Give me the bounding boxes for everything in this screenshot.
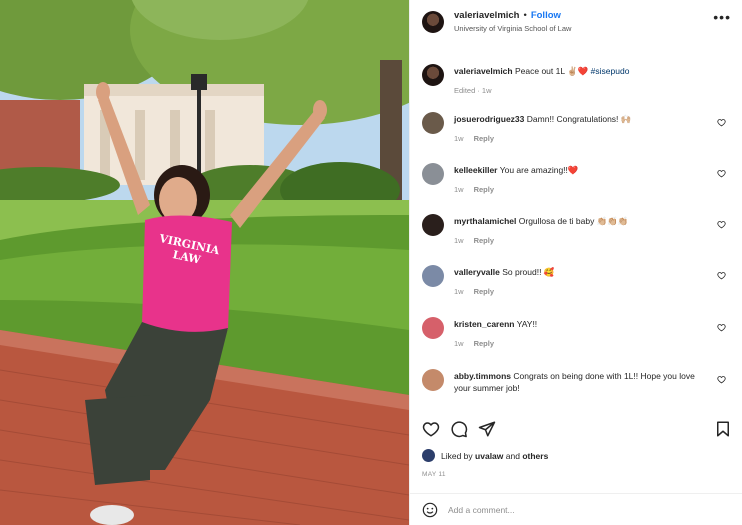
likes-user[interactable]: uvalaw [475, 451, 503, 461]
heart-outline-icon[interactable] [717, 169, 726, 178]
comment-item: myrthalamichel Orgullosa de ti baby 👏🏼👏🏼… [422, 214, 732, 245]
comment-username[interactable]: myrthalamichel [454, 216, 516, 226]
add-comment-input[interactable]: Add a comment... [448, 505, 515, 515]
sneakers [90, 505, 134, 525]
comment-avatar[interactable] [422, 369, 444, 391]
reply-button[interactable]: Reply [474, 287, 494, 296]
like-heart-icon[interactable] [422, 420, 440, 438]
comment-item: abby.timmons Congrats on being done with… [422, 369, 732, 394]
comment-text: Damn!! Congratulations! 🙌🏼 [526, 114, 632, 124]
comment-avatar[interactable] [422, 317, 444, 339]
add-comment-bar: Add a comment... [410, 493, 742, 525]
comment-text: So proud!! 🥰 [502, 267, 555, 277]
emoji-icon[interactable] [422, 502, 438, 518]
reply-button[interactable]: Reply [474, 185, 494, 194]
likes-and: and [505, 450, 520, 461]
comment-bubble-icon[interactable] [450, 420, 468, 438]
comment-time: 1w [454, 185, 464, 194]
post-actions [422, 418, 732, 440]
header-names: valeriavelmich • Follow University of Vi… [454, 10, 571, 33]
likes-summary: Liked by uvalaw and others [422, 449, 548, 462]
comment-username[interactable]: valleryvalle [454, 267, 500, 277]
location-link[interactable]: University of Virginia School of Law [454, 24, 571, 33]
comment-text: Orgullosa de ti baby 👏🏼👏🏼👏🏼 [518, 216, 629, 226]
caption-body: Peace out 1L ✌🏼❤️ [514, 66, 589, 76]
more-options-icon[interactable]: ••• [713, 10, 731, 24]
heart-outline-icon[interactable] [717, 118, 726, 127]
comment-item: kelleekiller You are amazing!!❤️ 1w Reply [422, 163, 732, 194]
separator-dot: • [523, 10, 527, 21]
header-username[interactable]: valeriavelmich [454, 10, 520, 21]
heart-outline-icon[interactable] [717, 323, 726, 332]
comment-username[interactable]: josuerodriguez33 [454, 114, 524, 124]
reply-button[interactable]: Reply [474, 339, 494, 348]
comment-item: kristen_carenn YAY!! 1w Reply [422, 317, 732, 348]
comment-username[interactable]: abby.timmons [454, 371, 511, 381]
comment-time: 1w [454, 339, 464, 348]
likes-prefix: Liked by [441, 450, 473, 461]
heart-outline-icon[interactable] [717, 375, 726, 384]
bookmark-icon[interactable] [714, 420, 732, 438]
share-send-icon[interactable] [478, 420, 496, 438]
comment-item: josuerodriguez33 Damn!! Congratulations!… [422, 112, 732, 143]
follow-button[interactable]: Follow [531, 10, 561, 21]
caption-avatar[interactable] [422, 64, 444, 86]
post-photo[interactable]: VIRGINIA LAW [0, 0, 409, 525]
comment-avatar[interactable] [422, 112, 444, 134]
reply-button[interactable]: Reply [474, 236, 494, 245]
comment-avatar[interactable] [422, 265, 444, 287]
comment-time: 1w [454, 287, 464, 296]
comment-text: You are amazing!!❤️ [499, 165, 579, 175]
caption-meta: Edited · 1w [454, 86, 492, 95]
comment-time: 1w [454, 236, 464, 245]
author-avatar[interactable] [422, 11, 444, 33]
likes-others[interactable]: others [522, 451, 548, 461]
reply-button[interactable]: Reply [474, 134, 494, 143]
comment-item: valleryvalle So proud!! 🥰 1w Reply [422, 265, 732, 296]
comment-username[interactable]: kelleekiller [454, 165, 497, 175]
heart-outline-icon[interactable] [717, 271, 726, 280]
header-username-row: valeriavelmich • Follow [454, 10, 571, 21]
comment-username[interactable]: kristen_carenn [454, 319, 514, 329]
post-date: MAY 11 [422, 471, 446, 478]
caption-hashtag[interactable]: #sisepudo [591, 66, 630, 76]
brick-building [0, 100, 80, 175]
post-caption: valeriavelmich Peace out 1L ✌🏼❤️ #sisepu… [422, 64, 732, 95]
post-header: valeriavelmich • Follow University of Vi… [410, 0, 742, 46]
comment-time: 1w [454, 134, 464, 143]
comment-text: YAY!! [516, 319, 538, 329]
post-side-panel: valeriavelmich • Follow University of Vi… [409, 0, 742, 525]
comment-avatar[interactable] [422, 163, 444, 185]
caption-username[interactable]: valeriavelmich [454, 66, 513, 76]
liker-avatar[interactable] [422, 449, 435, 462]
instagram-post: VIRGINIA LAW valeriavelmich • Follow Uni… [0, 0, 742, 525]
caption-text: valeriavelmich Peace out 1L ✌🏼❤️ #sisepu… [454, 64, 629, 77]
heart-outline-icon[interactable] [717, 220, 726, 229]
comment-avatar[interactable] [422, 214, 444, 236]
